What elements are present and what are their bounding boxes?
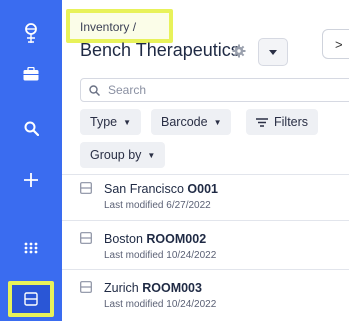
page-title: Bench Therapeutics xyxy=(80,40,240,60)
inventory-icon xyxy=(24,292,38,306)
divider xyxy=(62,220,349,221)
barcode-filter-label: Barcode xyxy=(161,115,208,129)
list-item-title: Zurich ROOM003 xyxy=(104,281,202,295)
plus-icon[interactable] xyxy=(0,160,62,200)
chevron-down-icon: ▼ xyxy=(147,150,156,160)
divider xyxy=(62,269,349,270)
type-filter-button[interactable]: Type ▼ xyxy=(80,109,142,135)
list-item[interactable]: San Francisco O001 Last modified 6/27/20… xyxy=(62,178,349,230)
type-filter-label: Type xyxy=(90,115,118,129)
location-name: San Francisco xyxy=(104,182,184,196)
title-dropdown-button[interactable] xyxy=(258,38,288,66)
apps-grid-icon[interactable] xyxy=(0,228,62,268)
last-modified: Last modified 10/24/2022 xyxy=(104,250,217,261)
briefcase-icon[interactable] xyxy=(0,54,62,94)
main-panel: Inventory / Bench Therapeutics > Search … xyxy=(62,0,349,321)
chevron-down-icon xyxy=(269,49,277,55)
barcode-filter-button[interactable]: Barcode ▼ xyxy=(151,109,232,135)
location-icon xyxy=(80,232,92,244)
location-icon xyxy=(80,182,92,194)
gear-icon[interactable] xyxy=(232,44,246,63)
filter-icon xyxy=(256,117,268,127)
search-field[interactable] xyxy=(80,78,349,102)
group-by-label: Group by xyxy=(90,148,142,162)
list-item-title: San Francisco O001 xyxy=(104,182,218,196)
filters-button[interactable]: Filters xyxy=(246,109,319,135)
location-code: O001 xyxy=(187,182,218,196)
logo-icon[interactable] xyxy=(0,14,62,54)
chevron-down-icon: ▼ xyxy=(123,117,132,127)
group-by-button[interactable]: Group by ▼ xyxy=(80,142,166,168)
search-icon[interactable] xyxy=(0,108,62,148)
search-icon xyxy=(89,84,100,96)
location-name: Boston xyxy=(104,232,143,246)
list-item[interactable]: Boston ROOM002 Last modified 10/24/2022 xyxy=(62,228,349,280)
breadcrumb[interactable]: Inventory / xyxy=(80,20,136,34)
list-item-title: Boston ROOM002 xyxy=(104,232,206,246)
chevron-down-icon: ▼ xyxy=(213,117,222,127)
filters-label: Filters xyxy=(274,115,309,129)
divider xyxy=(62,174,349,175)
last-modified: Last modified 6/27/2022 xyxy=(104,200,211,211)
location-code: ROOM002 xyxy=(146,232,207,246)
last-modified: Last modified 10/24/2022 xyxy=(104,299,217,310)
location-name: Zurich xyxy=(104,281,139,295)
sidebar-item-inventory[interactable] xyxy=(8,281,54,317)
location-icon xyxy=(80,281,92,293)
list-item[interactable]: Zurich ROOM003 Last modified 10/24/2022 xyxy=(62,277,349,321)
location-code: ROOM003 xyxy=(142,281,202,295)
next-button[interactable]: > xyxy=(322,29,349,59)
search-input[interactable] xyxy=(108,83,308,97)
sidebar xyxy=(0,0,62,321)
